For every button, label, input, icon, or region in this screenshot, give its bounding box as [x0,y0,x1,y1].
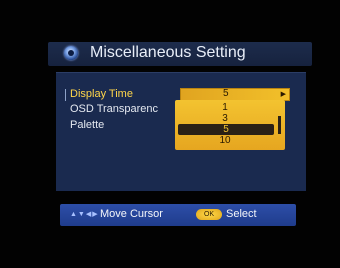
list-scrollbar[interactable] [278,116,281,134]
title-bar: Miscellaneous Setting [48,42,312,66]
ok-key-icon: OK [196,209,222,220]
menu-item-osd-transparency[interactable]: OSD Transparenc [70,103,158,117]
display-time-value: 5 [223,88,229,99]
move-cursor-hint: Move Cursor [100,208,163,220]
arrow-keys-icon: ▲▼◀▶ [70,211,99,218]
select-hint: Select [226,208,257,220]
menu-item-palette[interactable]: Palette [70,119,104,133]
display-time-options-list[interactable]: 1 3 5 10 [175,100,285,150]
menu-item-display-time[interactable]: Display Time [65,88,133,102]
option-10[interactable]: 10 [175,135,275,146]
settings-disc-icon [64,46,78,60]
option-5[interactable]: 5 [178,124,274,135]
option-3[interactable]: 3 [175,113,275,124]
dropdown-arrow-icon: ▶ [280,91,286,98]
option-1[interactable]: 1 [175,102,275,113]
help-bar: ▲▼◀▶ Move Cursor OK Select [60,204,296,226]
osd-screen: Miscellaneous Setting Display Time OSD T… [0,0,340,268]
page-title: Miscellaneous Setting [90,44,246,61]
